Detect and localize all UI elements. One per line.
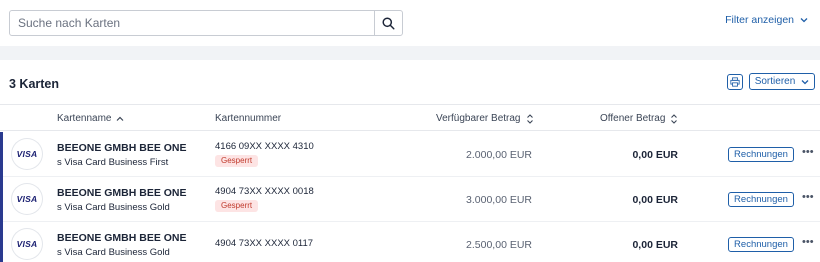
- available-amount: 2.500,00 EUR: [466, 239, 532, 251]
- column-header-number: Kartennummer: [215, 113, 281, 124]
- sort-updown-icon: [526, 113, 533, 124]
- open-amount: 0,00 EUR: [632, 149, 678, 161]
- invoices-button[interactable]: Rechnungen: [728, 192, 794, 207]
- card-list-panel: 3 Karten Sortieren Kartenname Kartennumm…: [0, 60, 820, 262]
- column-label: Verfügbarer Betrag: [436, 113, 521, 124]
- table-row[interactable]: VISA BEEONE GMBH BEE ONE s Visa Card Bus…: [0, 132, 820, 177]
- card-number: 4904 73XX XXXX 0018: [215, 186, 314, 197]
- row-marker: [0, 132, 3, 177]
- card-count: 3 Karten: [9, 77, 60, 91]
- column-label: Kartennummer: [215, 113, 282, 124]
- table-header: Kartenname Kartennummer Verfügbarer Betr…: [0, 104, 820, 131]
- available-amount: 3.000,00 EUR: [466, 194, 532, 206]
- card-holder-name: BEEONE GMBH BEE ONE: [57, 187, 187, 199]
- invoices-button[interactable]: Rechnungen: [728, 237, 794, 252]
- sort-dropdown[interactable]: Sortieren: [749, 73, 815, 90]
- open-amount: 0,00 EUR: [632, 194, 678, 206]
- more-horizontal-icon[interactable]: •••: [802, 191, 814, 203]
- status-badge: Gesperrt: [215, 200, 259, 212]
- more-horizontal-icon[interactable]: •••: [802, 236, 814, 248]
- chevron-down-icon: [800, 18, 808, 23]
- chevron-down-icon: [801, 79, 809, 84]
- invoices-button[interactable]: Rechnungen: [728, 147, 794, 162]
- open-amount: 0,00 EUR: [632, 239, 678, 251]
- visa-logo: VISA: [12, 184, 42, 214]
- visa-logo: VISA: [12, 139, 42, 169]
- visa-logo: VISA: [12, 229, 42, 259]
- search-button[interactable]: [374, 11, 402, 35]
- search-icon: [382, 16, 395, 30]
- column-label: Offener Betrag: [600, 113, 666, 124]
- sort-updown-icon: [671, 113, 678, 124]
- filter-label: Filter anzeigen: [725, 14, 794, 26]
- table-row[interactable]: VISA BEEONE GMBH BEE ONE s Visa Card Bus…: [0, 222, 820, 262]
- sort-ascending-icon: [117, 116, 124, 121]
- status-badge: Gesperrt: [215, 155, 259, 167]
- search-bar-area: Filter anzeigen: [0, 0, 820, 46]
- card-product: s Visa Card Business Gold: [57, 247, 170, 258]
- row-marker: [0, 177, 3, 222]
- row-marker: [0, 222, 3, 262]
- card-number: 4166 09XX XXXX 4310: [215, 141, 314, 152]
- search-box: [9, 10, 403, 36]
- column-header-name[interactable]: Kartenname: [57, 113, 124, 124]
- card-product: s Visa Card Business Gold: [57, 202, 170, 213]
- search-input[interactable]: [10, 11, 374, 35]
- card-product: s Visa Card Business First: [57, 157, 169, 168]
- column-label: Kartenname: [57, 113, 112, 124]
- card-holder-name: BEEONE GMBH BEE ONE: [57, 142, 187, 154]
- column-header-available[interactable]: Verfügbarer Betrag: [436, 113, 534, 124]
- filter-toggle[interactable]: Filter anzeigen: [725, 14, 808, 26]
- table-row[interactable]: VISA BEEONE GMBH BEE ONE s Visa Card Bus…: [0, 177, 820, 222]
- printer-icon: [730, 77, 740, 87]
- print-button[interactable]: [727, 74, 743, 90]
- column-header-open[interactable]: Offener Betrag: [600, 113, 678, 124]
- available-amount: 2.000,00 EUR: [466, 149, 532, 161]
- card-number: 4904 73XX XXXX 0117: [215, 238, 314, 249]
- card-holder-name: BEEONE GMBH BEE ONE: [57, 232, 187, 244]
- more-horizontal-icon[interactable]: •••: [802, 146, 814, 158]
- sort-label: Sortieren: [754, 76, 796, 87]
